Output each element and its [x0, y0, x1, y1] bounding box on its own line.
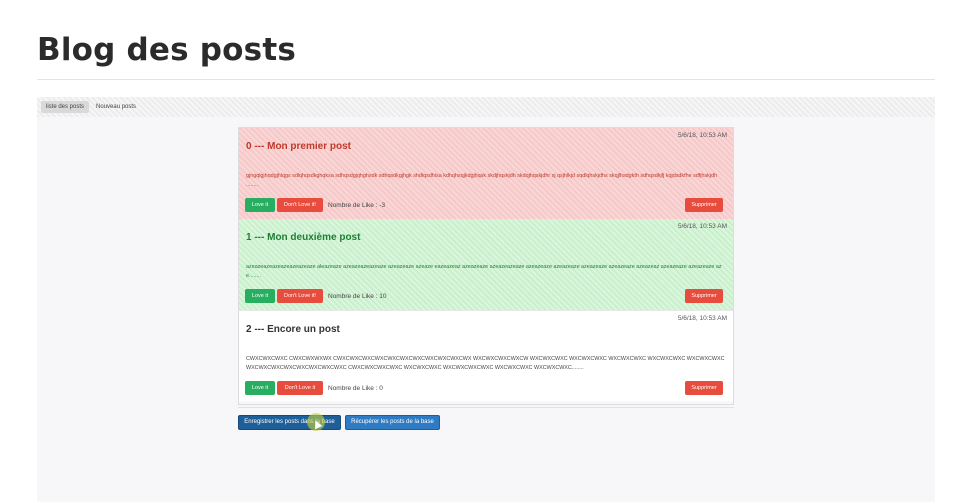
post-list: 5/6/18, 10:53 AM 0 --- Mon premier post … [238, 127, 734, 405]
dont-love-it-button[interactable]: Don't Love it! [277, 289, 323, 303]
post-content: CWXCWXCWXC CWXCWXWXWX CWXCWXCWXCWXCWXCWX… [246, 356, 725, 371]
post-item: 5/6/18, 10:53 AM 2 --- Encore un post CW… [239, 310, 733, 401]
title-divider [37, 79, 935, 80]
post-actions: Love it Don't Love it Nombre de Like : 0 [245, 381, 383, 395]
post-item: 5/6/18, 10:53 AM 1 --- Mon deuxième post… [239, 219, 733, 310]
like-count: Nombre de Like : 10 [328, 292, 387, 300]
like-count: Nombre de Like : 0 [328, 384, 383, 392]
post-item: 5/6/18, 10:53 AM 0 --- Mon premier post … [239, 128, 733, 219]
post-actions: Love it Don't Love it! Nombre de Like : … [245, 198, 385, 212]
like-count: Nombre de Like : -3 [328, 201, 386, 209]
delete-post-button[interactable]: Supprimer [685, 381, 723, 395]
post-date: 5/6/18, 10:53 AM [677, 315, 727, 322]
dont-love-it-button[interactable]: Don't Love it! [277, 198, 323, 212]
delete-post-button[interactable]: Supprimer [685, 289, 723, 303]
love-it-button[interactable]: Love it [245, 381, 275, 395]
nav-link-post-list[interactable]: liste des posts [41, 101, 90, 113]
navbar: liste des posts Nouveau posts [37, 97, 935, 117]
post-title: 2 --- Encore un post [246, 324, 340, 335]
post-actions: Love it Don't Love it! Nombre de Like : … [245, 289, 387, 303]
post-title: 1 --- Mon deuxième post [246, 232, 361, 243]
fetch-posts-button[interactable]: Récupérer les posts de la base [345, 415, 440, 430]
save-posts-button[interactable]: Enregistrer les posts dans la base [238, 415, 341, 430]
page-title: Blog des posts [37, 32, 297, 68]
delete-post-button[interactable]: Supprimer [685, 198, 723, 212]
post-date: 5/6/18, 10:53 AM [677, 223, 727, 230]
post-date: 5/6/18, 10:53 AM [677, 132, 727, 139]
nav-link-new-post[interactable]: Nouveau posts [91, 101, 141, 113]
post-title: 0 --- Mon premier post [246, 141, 352, 152]
love-it-button[interactable]: Love it [245, 198, 275, 212]
post-content: azeazeazeazeazeazeazeaze aleazeaze azeaz… [246, 264, 722, 279]
dont-love-it-button[interactable]: Don't Love it [277, 381, 323, 395]
post-content: gjngqlgjhqdgjhlqgs sdlqhqsdkghqksa sdhqs… [246, 173, 718, 188]
love-it-button[interactable]: Love it [245, 289, 275, 303]
app-frame: liste des posts Nouveau posts 5/6/18, 10… [37, 97, 935, 502]
posts-divider [238, 407, 734, 408]
